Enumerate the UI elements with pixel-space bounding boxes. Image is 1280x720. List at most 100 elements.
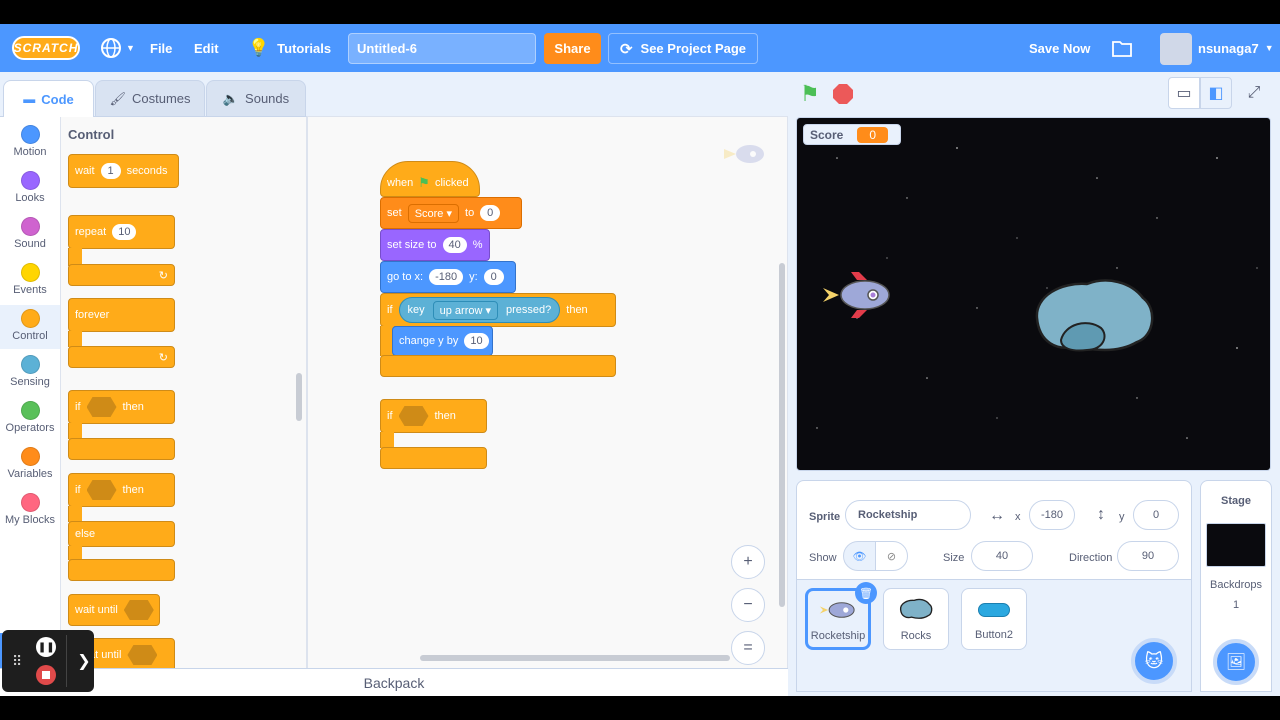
else-section: else (68, 521, 175, 547)
fullscreen-button[interactable]: ⤢ (1238, 77, 1270, 109)
workspace-horizontal-scrollbar[interactable] (420, 655, 730, 661)
stop-record-button[interactable] (36, 665, 57, 685)
go-to-xy-block[interactable]: go to x: -180 y: 0 (380, 261, 516, 293)
y-input[interactable]: 0 (1133, 500, 1179, 530)
condition-slot[interactable] (123, 600, 154, 620)
block-text: pressed? (506, 304, 552, 316)
zoom-reset-button[interactable]: = (731, 631, 765, 665)
change-y-block[interactable]: change y by 10 (392, 326, 493, 356)
avatar[interactable] (1160, 33, 1192, 65)
repeat-block[interactable]: repeat 10 (68, 215, 175, 249)
sprite-name-input[interactable]: Rocketship (845, 500, 971, 530)
wait-block[interactable]: wait 1 seconds (68, 154, 179, 188)
score-monitor[interactable]: Score 0 (803, 124, 901, 145)
variable-dropdown[interactable]: Score ▾ (407, 203, 460, 223)
if-else-block[interactable]: if then (68, 473, 175, 507)
rock-sprite[interactable] (1031, 276, 1157, 356)
wait-input[interactable]: 1 (100, 163, 121, 179)
set-variable-block[interactable]: set Score ▾ to 0 (380, 197, 522, 229)
set-size-block[interactable]: set size to 40 % (380, 229, 490, 261)
pause-button[interactable]: ❚❚ (36, 637, 57, 657)
size-input[interactable]: 40 (971, 541, 1033, 571)
category-motion[interactable]: Motion (0, 121, 60, 165)
tab-code[interactable]: ▬ Code (3, 80, 94, 117)
add-backdrop-button[interactable]: 🖼 (1213, 639, 1259, 685)
repeat-input[interactable]: 10 (112, 224, 137, 240)
workspace-vertical-scrollbar[interactable] (779, 263, 785, 607)
set-value-input[interactable]: 0 (480, 205, 501, 221)
code-workspace[interactable]: when ⚑ clicked set Score ▾ to 0 set size… (307, 116, 788, 684)
category-my-blocks[interactable]: My Blocks (0, 489, 60, 533)
events-dot (20, 263, 40, 282)
stage-target-panel[interactable]: Stage Backdrops 1 🖼 (1200, 480, 1272, 692)
green-flag-button[interactable]: ⚑ (800, 83, 822, 105)
key-dropdown[interactable]: up arrow ▾ (432, 300, 498, 320)
edit-menu[interactable]: Edit (194, 24, 219, 72)
show-hidden-button[interactable]: ⊘ (875, 541, 908, 571)
if-then-block[interactable]: if then (68, 390, 175, 424)
add-sprite-button[interactable]: 🐱 (1131, 638, 1177, 684)
account-menu[interactable]: nsunaga7 ▼ (1198, 24, 1274, 72)
delete-sprite-button[interactable]: 🗑 (855, 582, 877, 604)
x-input[interactable]: -180 (1029, 500, 1075, 530)
small-stage-button[interactable]: ▭ (1168, 77, 1200, 109)
tab-costumes[interactable]: 🖌 Costumes (95, 80, 205, 116)
if-then-block-empty[interactable]: if then (380, 399, 487, 433)
size-input[interactable]: 40 (442, 237, 467, 253)
green-flag-icon: ⚑ (418, 175, 430, 190)
direction-input[interactable]: 90 (1117, 541, 1179, 571)
category-sound[interactable]: Sound (0, 213, 60, 257)
my-stuff-button[interactable] (1112, 24, 1132, 72)
category-looks[interactable]: Looks (0, 167, 60, 211)
backpack[interactable]: Backpack (0, 668, 788, 696)
tutorials-menu[interactable]: 💡 Tutorials (248, 24, 331, 72)
scratch-logo[interactable]: SCRATCH (12, 36, 80, 60)
save-now-button[interactable]: Save Now (1029, 24, 1090, 72)
globe-icon (101, 38, 121, 58)
fullscreen-icon: ⤢ (1247, 84, 1261, 101)
category-sensing[interactable]: Sensing (0, 351, 60, 395)
category-variables[interactable]: Variables (0, 443, 60, 487)
category-events[interactable]: Events (0, 259, 60, 303)
code-icon: ▬ (23, 92, 36, 106)
category-control[interactable]: Control (0, 305, 60, 349)
zoom-in-button[interactable]: + (731, 545, 765, 579)
folder-icon (1112, 41, 1132, 57)
large-stage-icon: ◧ (1208, 85, 1224, 102)
condition-slot[interactable] (398, 406, 429, 426)
zoom-out-button[interactable]: − (731, 588, 765, 622)
large-stage-button[interactable]: ◧ (1200, 77, 1232, 109)
trash-icon: 🗑 (859, 587, 873, 600)
sprite-thumb-rocks[interactable]: Rocks (883, 588, 949, 650)
when-flag-clicked-block[interactable]: when ⚑ clicked (380, 161, 480, 197)
condition-slot[interactable] (86, 480, 117, 500)
stop-button[interactable] (833, 84, 853, 104)
x-label: x (1015, 511, 1021, 523)
forever-block[interactable]: forever (68, 298, 175, 332)
stage-canvas[interactable]: Score 0 (796, 117, 1271, 471)
drag-handle-icon[interactable]: ⠿ (12, 653, 22, 670)
change-y-input[interactable]: 10 (464, 333, 489, 349)
palette-scrollbar[interactable] (296, 373, 302, 421)
stop-square-icon (42, 671, 51, 679)
language-menu[interactable]: ▼ (100, 24, 135, 72)
file-menu[interactable]: File (150, 24, 172, 72)
see-project-page-button[interactable]: ⟳ See Project Page (608, 33, 758, 64)
show-visible-button[interactable]: 👁 (843, 541, 876, 571)
x-input[interactable]: -180 (429, 269, 464, 285)
stage-panel-title: Stage (1221, 495, 1251, 507)
rocketship-sprite[interactable] (821, 270, 895, 320)
project-title-input[interactable] (348, 33, 536, 64)
if-key-pressed-block[interactable]: if key up arrow ▾ pressed? then (380, 293, 616, 327)
y-input[interactable]: 0 (483, 269, 504, 285)
wait-until-block[interactable]: wait until (68, 594, 160, 626)
category-operators[interactable]: Operators (0, 397, 60, 441)
block-arm (68, 423, 82, 439)
share-button[interactable]: Share (544, 33, 601, 64)
condition-slot[interactable] (127, 645, 158, 665)
sprite-thumb-button2[interactable]: Button2 (961, 588, 1027, 650)
tab-sounds[interactable]: 🔈 Sounds (206, 80, 306, 116)
key-pressed-sensor[interactable]: key up arrow ▾ pressed? (398, 297, 561, 323)
condition-slot[interactable] (86, 397, 117, 417)
chevron-right-icon[interactable]: ❯ (77, 651, 90, 671)
